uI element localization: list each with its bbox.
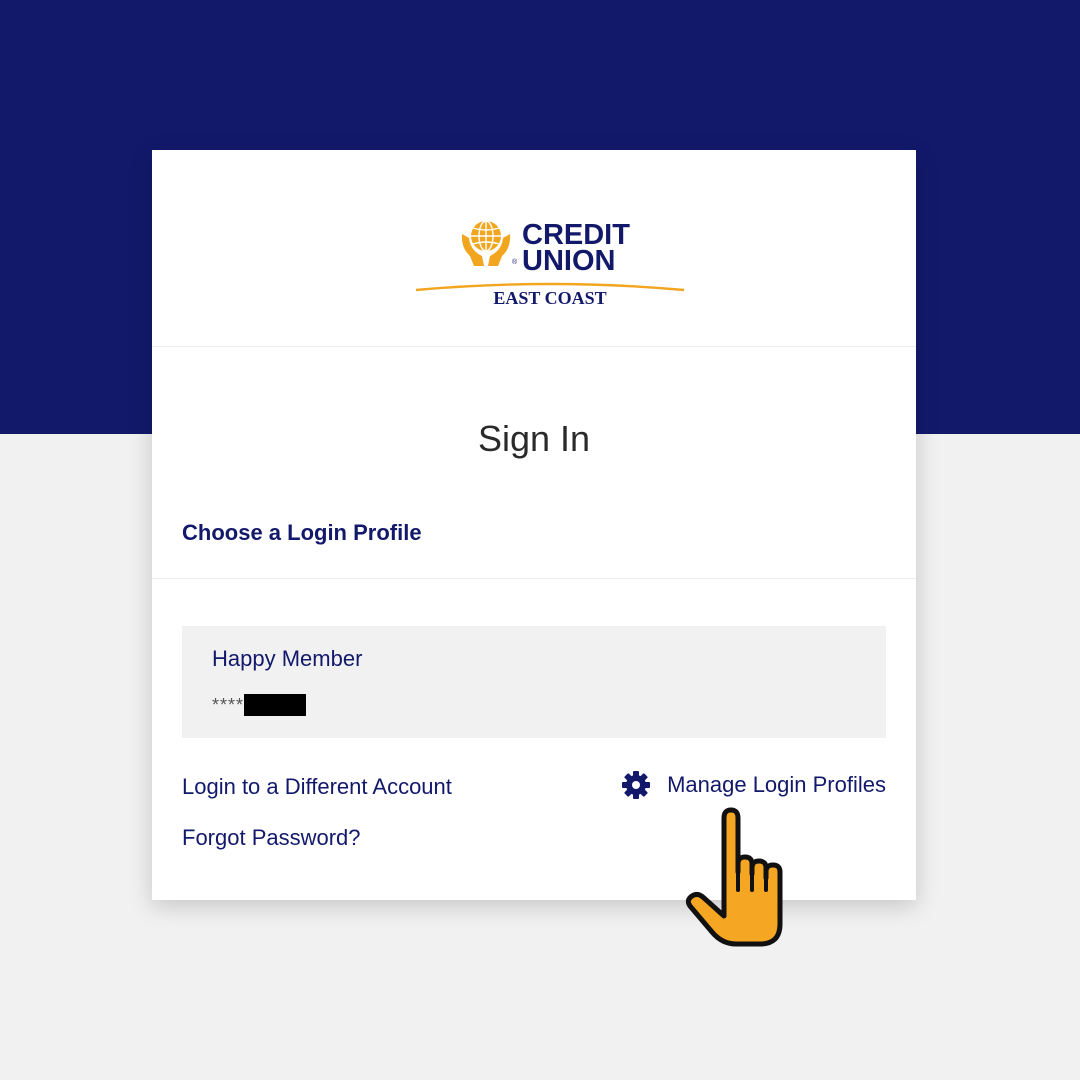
pointing-hand-icon bbox=[685, 807, 783, 947]
account-redaction bbox=[244, 694, 307, 716]
sign-in-card: ® CREDIT UNION EAST COAST Sign In Choose… bbox=[152, 150, 916, 900]
choose-profile-heading: Choose a Login Profile bbox=[182, 520, 422, 545]
login-profile-card[interactable]: Happy Member **** bbox=[182, 626, 886, 738]
forgot-password-link[interactable]: Forgot Password? bbox=[182, 825, 361, 851]
logo-text-union: UNION bbox=[522, 245, 615, 277]
account-mask: **** bbox=[212, 694, 245, 715]
section-divider bbox=[152, 578, 916, 579]
profile-name: Happy Member bbox=[212, 646, 363, 671]
login-different-account-link[interactable]: Login to a Different Account bbox=[182, 774, 452, 800]
manage-login-profiles-link[interactable]: Manage Login Profiles bbox=[621, 770, 886, 800]
page-title: Sign In bbox=[477, 418, 591, 459]
manage-login-profiles-label: Manage Login Profiles bbox=[667, 772, 886, 797]
credit-union-east-coast-logo: ® CREDIT UNION EAST COAST bbox=[415, 219, 685, 308]
logo-area: ® CREDIT UNION EAST COAST bbox=[152, 150, 916, 347]
registered-mark: ® bbox=[512, 258, 518, 266]
logo-text-east-coast: EAST COAST bbox=[493, 288, 606, 308]
gear-icon bbox=[622, 771, 651, 799]
profile-account: **** bbox=[212, 694, 307, 716]
